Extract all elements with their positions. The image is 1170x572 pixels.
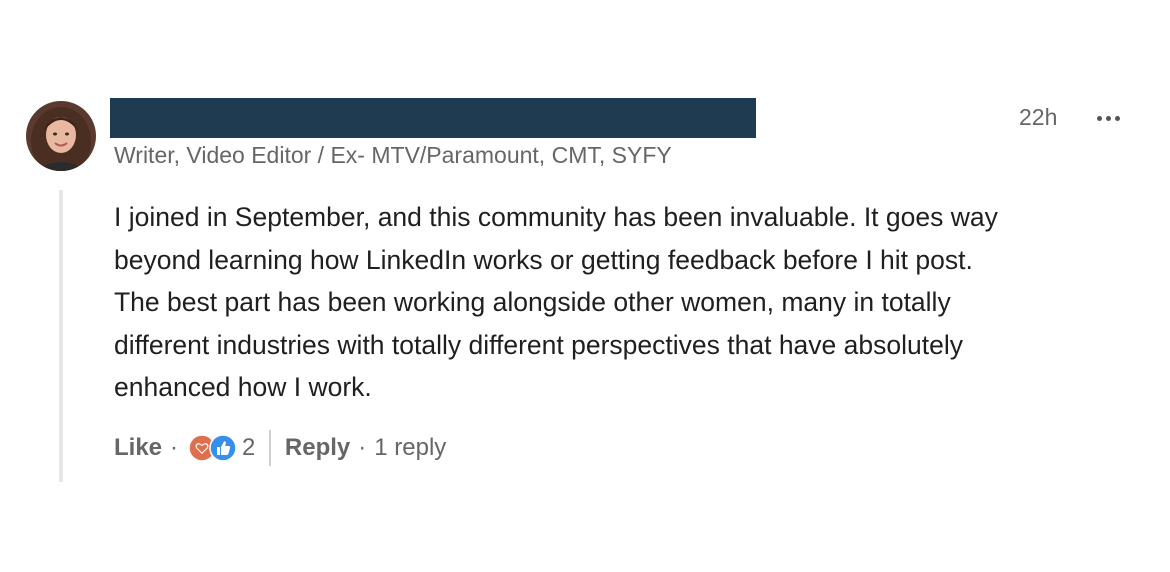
action-divider <box>269 430 271 466</box>
author-avatar[interactable] <box>26 101 96 171</box>
more-dot <box>1105 115 1111 121</box>
comment-text-line: I joined in September, and this communit… <box>114 202 998 232</box>
separator-dot: · <box>170 434 179 461</box>
reply-button[interactable]: Reply <box>285 434 350 462</box>
author-headline: Writer, Video Editor / Ex- MTV/Paramount… <box>114 142 672 168</box>
comment-text-line: beyond learning how LinkedIn works or ge… <box>114 244 973 275</box>
separator-dot: · <box>358 434 367 461</box>
more-dot <box>1114 115 1120 121</box>
thread-line <box>59 190 63 482</box>
comment-actions: Like · 2 Reply · 1 reply <box>114 428 446 468</box>
comment-text-line: different industries with totally differ… <box>114 329 963 360</box>
reactions-summary[interactable] <box>188 431 248 465</box>
author-name-redacted[interactable] <box>110 98 756 138</box>
reply-count-link[interactable]: 1 reply <box>374 434 446 462</box>
more-options-icon[interactable] <box>1090 104 1126 132</box>
comment-timestamp: 22h <box>1019 104 1058 130</box>
avatar-image <box>26 101 96 171</box>
comment-text-line: enhanced how I work. <box>114 372 372 402</box>
comment-text-line: The best part has been working alongside… <box>114 287 951 317</box>
like-button[interactable]: Like <box>114 434 162 462</box>
more-dot <box>1096 115 1102 121</box>
like-reaction-icon <box>209 434 237 462</box>
comment-text: I joined in September, and this communit… <box>114 196 1154 409</box>
